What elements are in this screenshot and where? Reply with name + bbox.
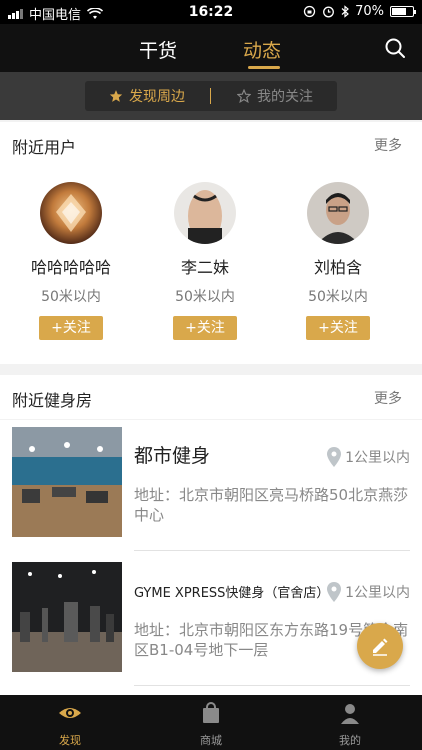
- search-icon[interactable]: [384, 37, 406, 59]
- gym-distance: 1公里以内: [327, 447, 410, 467]
- user-name: 李二妹: [180, 258, 229, 277]
- top-header: 干货 动态: [0, 24, 422, 72]
- segment-following[interactable]: 我的关注: [237, 81, 313, 111]
- user-distance: 50米以内: [308, 289, 368, 305]
- gym-photo: [12, 427, 122, 537]
- follow-button[interactable]: +关注: [173, 316, 237, 340]
- status-bar: 中国电信 16:22 70%: [0, 0, 422, 24]
- gym-address: 地址：北京市朝阳区亮马桥路50北京燕莎中心: [134, 486, 409, 524]
- nearby-users-more-link[interactable]: 更多: [374, 135, 402, 155]
- star-outline-icon: [237, 89, 251, 103]
- active-tab-indicator: [248, 66, 280, 69]
- segment-divider: [210, 88, 211, 104]
- nearby-gyms-more-link[interactable]: 更多: [374, 388, 402, 408]
- gym-card[interactable]: 都市健身 1公里以内 地址：北京市朝阳区亮马桥路50北京燕莎中心: [12, 427, 410, 551]
- nearby-users-header: 附近用户 更多: [0, 122, 422, 166]
- tabbar-mine-label: 我的: [339, 734, 361, 747]
- avatar[interactable]: [174, 182, 236, 244]
- nearby-gyms-title: 附近健身房: [12, 391, 93, 410]
- user-card[interactable]: 李二妹 50米以内 +关注: [155, 182, 255, 340]
- divider: [134, 550, 410, 551]
- tabbar-mall[interactable]: 商城: [176, 701, 246, 748]
- bottom-tab-bar: 发现 商城 我的: [0, 695, 422, 750]
- gym-name: GYME XPRESS快健身（官舍店）: [134, 586, 330, 601]
- tabbar-discover[interactable]: 发现: [35, 701, 105, 748]
- user-distance: 50米以内: [175, 289, 235, 305]
- gym-name: 都市健身: [134, 445, 211, 467]
- app-root: 中国电信 16:22 70% 干货 动态 发现周边 我的关注 附近用户 更多 哈…: [0, 0, 422, 750]
- gym-photo: [12, 562, 122, 672]
- gym-card[interactable]: GYME XPRESS快健身（官舍店） 1公里以内 地址：北京市朝阳区东方东路1…: [12, 562, 410, 686]
- compose-button[interactable]: [357, 623, 403, 669]
- segment-following-label: 我的关注: [257, 89, 313, 105]
- location-pin-icon: [327, 582, 342, 602]
- nearby-gyms-header: 附近健身房 更多: [0, 375, 422, 419]
- segment-bar: 发现周边 我的关注: [0, 72, 422, 120]
- user-card[interactable]: 哈哈哈哈哈 50米以内 +关注: [21, 182, 121, 340]
- eye-icon: [59, 708, 81, 718]
- gym-distance-label: 1公里以内: [345, 450, 410, 466]
- follow-button[interactable]: +关注: [306, 316, 370, 340]
- user-distance: 50米以内: [41, 289, 101, 305]
- segment-nearby-label: 发现周边: [129, 89, 185, 105]
- tab-articles[interactable]: 干货: [139, 36, 177, 63]
- user-name: 刘柏含: [313, 258, 362, 277]
- follow-button[interactable]: +关注: [39, 316, 103, 340]
- person-icon: [341, 704, 359, 724]
- avatar[interactable]: [40, 182, 102, 244]
- rotation-lock-icon: [303, 5, 316, 18]
- gym-distance-label: 1公里以内: [345, 585, 410, 601]
- star-filled-icon: [109, 90, 123, 102]
- user-card[interactable]: 刘柏含 50米以内 +关注: [288, 182, 388, 340]
- pencil-icon: [373, 638, 388, 656]
- status-right: 70%: [303, 4, 416, 19]
- gym-distance: 1公里以内: [327, 582, 410, 602]
- battery-level: [392, 8, 406, 15]
- divider: [134, 685, 410, 686]
- nearby-users-title: 附近用户: [12, 138, 77, 157]
- segment-nearby[interactable]: 发现周边: [109, 81, 185, 111]
- bag-icon: [203, 702, 219, 723]
- tabbar-mine[interactable]: 我的: [315, 701, 385, 748]
- user-name: 哈哈哈哈哈: [30, 258, 111, 277]
- location-pin-icon: [327, 447, 342, 467]
- alarm-icon: [323, 6, 335, 18]
- tabbar-discover-label: 发现: [59, 734, 81, 747]
- segment-control: 发现周边 我的关注: [85, 81, 337, 111]
- battery-icon: [390, 6, 416, 17]
- tabbar-mall-label: 商城: [200, 734, 222, 747]
- tab-feed[interactable]: 动态: [243, 36, 281, 63]
- battery-percent: 70%: [355, 4, 384, 19]
- nearby-users-list: 哈哈哈哈哈 50米以内 +关注 李二妹 50米以内 +关注 刘柏含 50米以内 …: [0, 166, 422, 364]
- bluetooth-icon: [341, 5, 350, 18]
- avatar[interactable]: [307, 182, 369, 244]
